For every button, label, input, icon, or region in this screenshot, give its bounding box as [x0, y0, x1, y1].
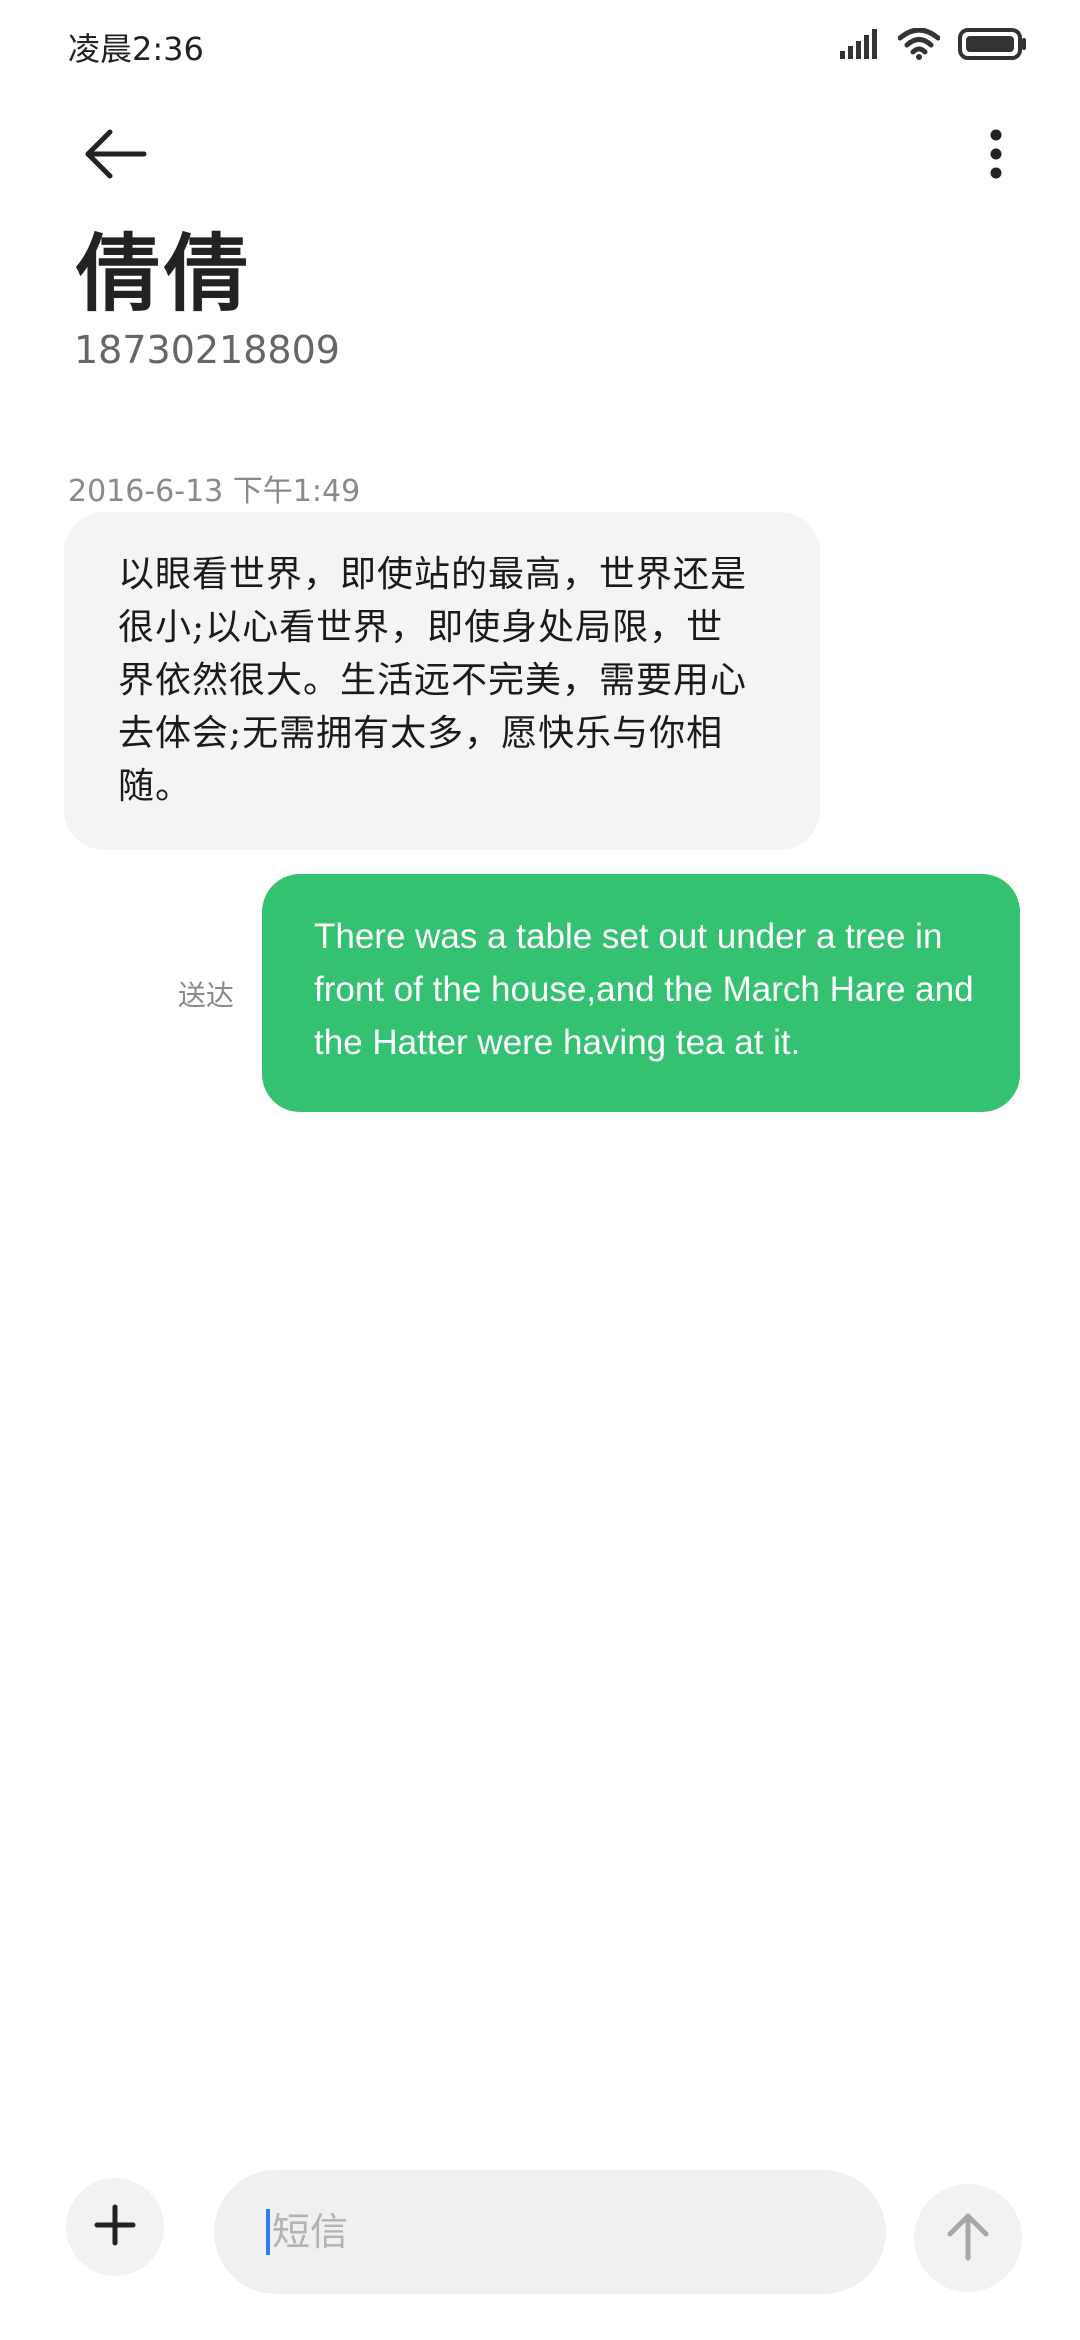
outgoing-message-bubble[interactable]: There was a table set out under a tree i…: [262, 874, 1020, 1112]
contact-name: 倩倩: [76, 224, 253, 323]
status-time: 凌晨2:36: [68, 30, 204, 68]
text-cursor: [266, 2209, 270, 2255]
signal-icon: [840, 29, 880, 63]
more-vertical-icon: [989, 129, 1003, 183]
arrow-left-icon: [84, 129, 148, 183]
attach-button[interactable]: [66, 2178, 164, 2276]
message-input-container[interactable]: [214, 2170, 886, 2294]
incoming-message-bubble[interactable]: 以眼看世界，即使站的最高，世界还是很小;以心看世界，即使身处局限，世界依然很大。…: [64, 512, 820, 850]
send-button[interactable]: [914, 2184, 1022, 2292]
status-icons: [840, 27, 1028, 64]
back-button[interactable]: [70, 118, 162, 194]
wifi-icon: [897, 27, 941, 64]
status-bar: 凌晨2:36: [0, 0, 1080, 90]
outgoing-message-text: There was a table set out under a tree i…: [314, 917, 974, 1062]
arrow-up-icon: [944, 2210, 992, 2266]
more-options-button[interactable]: [956, 118, 1036, 194]
incoming-message-text: 以眼看世界，即使站的最高，世界还是很小;以心看世界，即使身处局限，世界依然很大。…: [118, 554, 748, 807]
message-input[interactable]: [272, 2202, 832, 2262]
battery-icon: [958, 28, 1028, 64]
plus-icon: [93, 2203, 137, 2251]
contact-number: 18730218809: [74, 328, 340, 372]
message-timestamp: 2016-6-13 下午1:49: [68, 474, 361, 509]
delivery-status: 送达: [178, 979, 235, 1012]
